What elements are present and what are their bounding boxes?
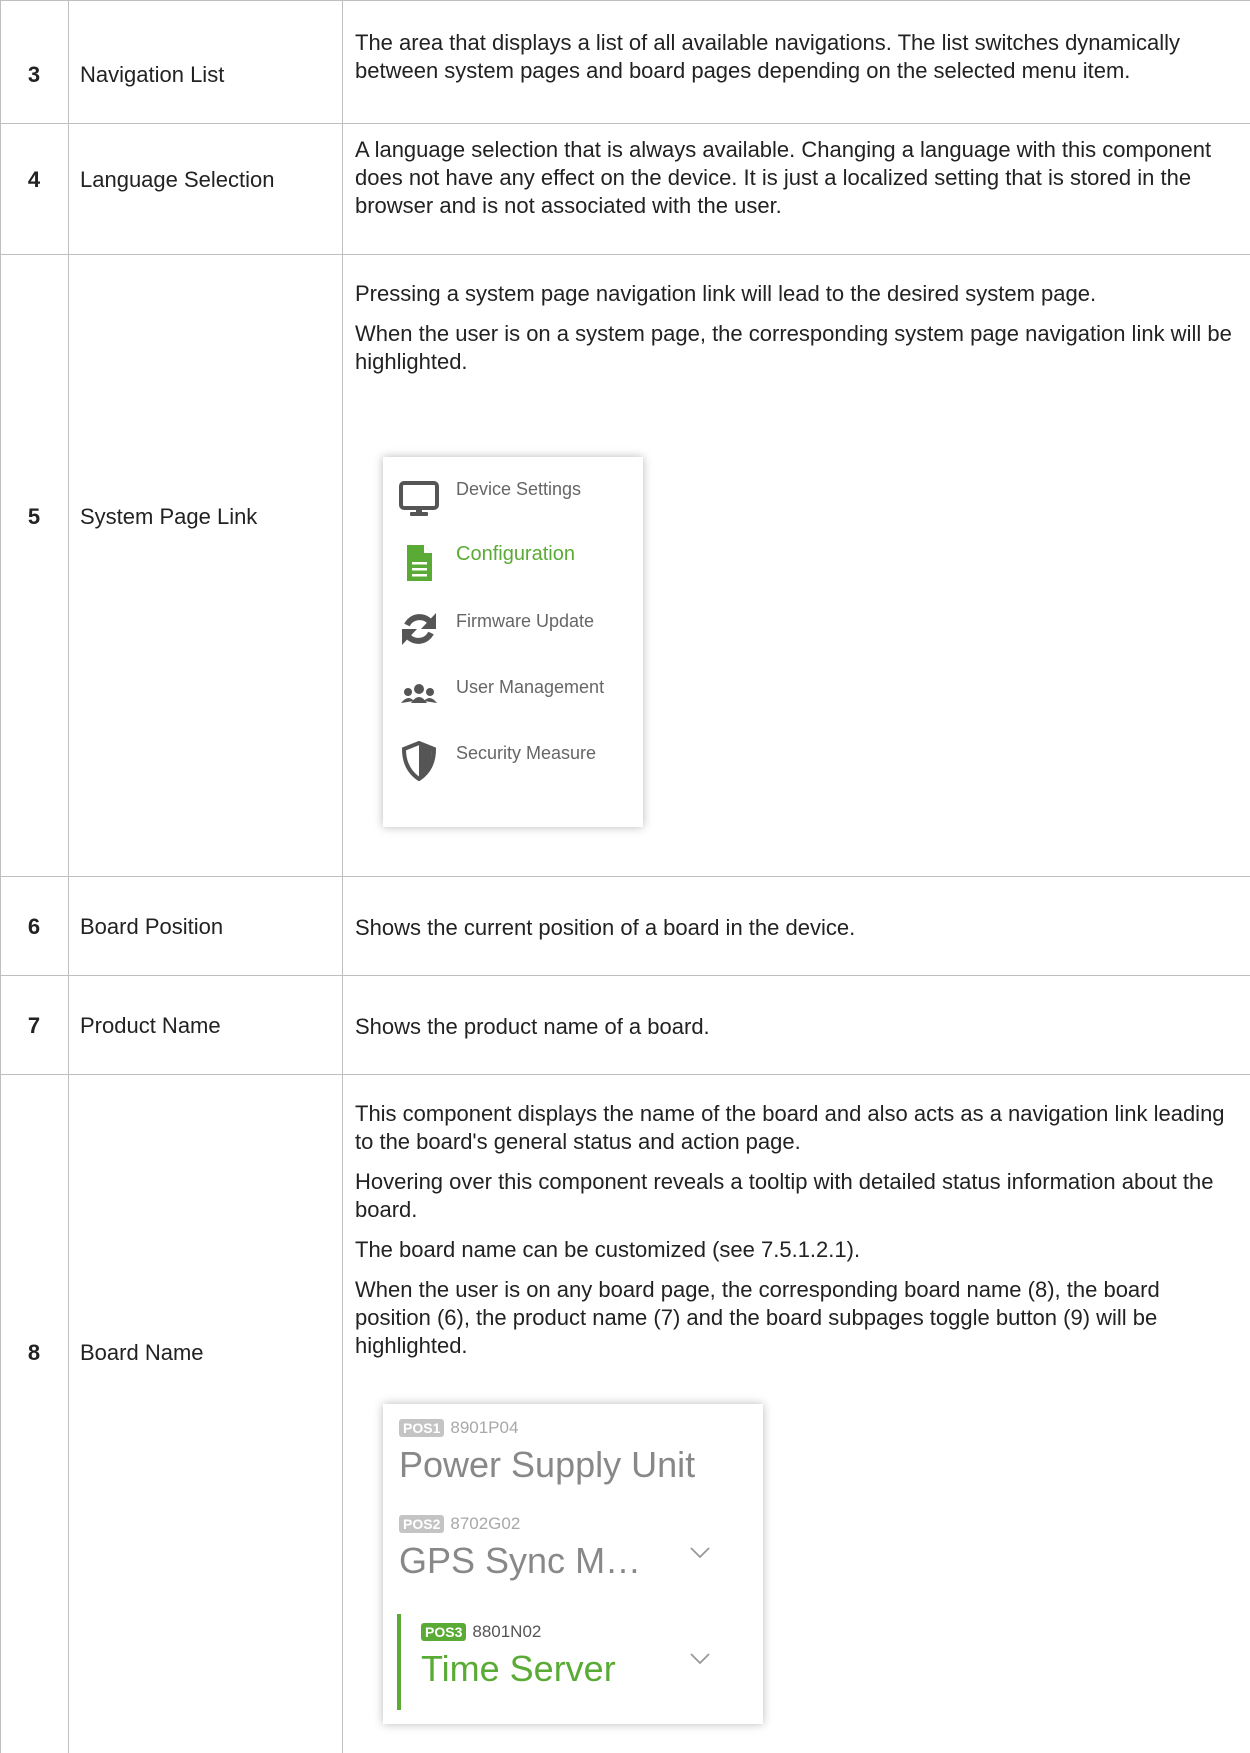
row-number: 4 xyxy=(27,167,41,192)
table-row: 3 Navigation List The area that displays… xyxy=(0,0,1250,123)
nav-link-firmware-update[interactable]: Firmware Update xyxy=(383,597,643,657)
description-paragraph: The area that displays a list of all ava… xyxy=(355,30,1180,83)
chevron-down-icon[interactable] xyxy=(689,1546,711,1560)
board-name-link[interactable]: GPS Sync M… xyxy=(399,1540,641,1582)
board-name-link[interactable]: Power Supply Unit xyxy=(399,1444,695,1486)
row-description: The area that displays a list of all ava… xyxy=(355,29,1235,97)
description-paragraph: This component displays the name of the … xyxy=(355,1101,1225,1154)
document-icon xyxy=(407,545,432,581)
chevron-down-icon[interactable] xyxy=(689,1652,711,1666)
nav-link-label: Device Settings xyxy=(456,479,582,499)
board-nav-panel: POS1 8901P04 Power Supply Unit POS2 8702G0… xyxy=(383,1404,763,1724)
board-header: POS1 8901P04 xyxy=(399,1418,518,1438)
product-name: 8801N02 xyxy=(472,1622,542,1641)
board-name-link[interactable]: Time Server xyxy=(421,1648,616,1690)
description-paragraph: Pressing a system page navigation link w… xyxy=(355,281,1097,306)
row-number: 8 xyxy=(27,1340,41,1365)
board-item[interactable]: POS1 8901P04 Power Supply Unit xyxy=(399,1418,749,1498)
nav-link-user-management[interactable]: User Management xyxy=(383,663,643,723)
description-paragraph: Hovering over this component reveals a t… xyxy=(355,1169,1214,1222)
row-number: 3 xyxy=(27,62,41,87)
row-term: Language Selection xyxy=(80,167,275,192)
nav-link-label: User Management xyxy=(456,677,605,697)
row-term: Navigation List xyxy=(80,62,225,87)
table-row: 4 Language Selection A language selectio… xyxy=(0,123,1250,254)
row-description: Shows the product name of a board. xyxy=(355,1013,1235,1053)
product-name: 8901P04 xyxy=(450,1418,519,1437)
nav-link-label: Configuration xyxy=(456,543,575,565)
description-paragraph: Shows the product name of a board. xyxy=(355,1014,710,1039)
nav-link-device-settings[interactable]: Device Settings xyxy=(383,465,643,525)
board-item[interactable]: POS2 8702G02 GPS Sync M… xyxy=(399,1514,749,1594)
row-term: Board Name xyxy=(80,1340,204,1365)
table-row: 5 System Page Link Pressing a system pag… xyxy=(0,254,1250,876)
product-name: 8702G02 xyxy=(450,1514,521,1533)
active-indicator-bar xyxy=(397,1614,401,1710)
row-term: System Page Link xyxy=(80,504,258,529)
nav-link-label: Firmware Update xyxy=(456,611,595,631)
nav-link-configuration[interactable]: Configuration xyxy=(383,531,643,591)
row-description: A language selection that is always avai… xyxy=(355,136,1235,232)
row-term: Product Name xyxy=(80,1013,221,1038)
board-position-badge: POS2 xyxy=(399,1515,445,1533)
row-description: This component displays the name of the … xyxy=(355,1100,1235,1372)
board-position-badge: POS1 xyxy=(399,1419,445,1437)
sync-icon xyxy=(402,613,436,645)
description-paragraph: Shows the current position of a board in… xyxy=(355,915,856,940)
table-row: 6 Board Position Shows the current posit… xyxy=(0,876,1250,975)
nav-link-security-measure[interactable]: Security Measure xyxy=(383,729,643,789)
row-description: Shows the current position of a board in… xyxy=(355,914,1235,954)
board-item-active[interactable]: POS3 8801N02 Time Server xyxy=(383,1614,763,1714)
description-paragraph: When the user is on any board page, the … xyxy=(355,1277,1160,1358)
shield-icon xyxy=(401,741,437,781)
description-paragraph: The board name can be customized (see 7.… xyxy=(355,1237,861,1262)
board-header: POS3 8801N02 xyxy=(421,1622,541,1642)
monitor-icon xyxy=(399,481,439,516)
nav-link-label: Security Measure xyxy=(456,743,597,763)
board-position-badge: POS3 xyxy=(421,1623,467,1641)
row-description: Pressing a system page navigation link w… xyxy=(355,280,1235,388)
row-number: 7 xyxy=(27,1013,41,1038)
row-number: 6 xyxy=(27,914,41,939)
table-row: 7 Product Name Shows the product name of… xyxy=(0,975,1250,1074)
description-paragraph: A language selection that is always avai… xyxy=(355,137,1212,218)
users-icon xyxy=(401,684,437,703)
board-header: POS2 8702G02 xyxy=(399,1514,520,1534)
system-nav-panel: Device Settings Configuration Firmware U… xyxy=(383,457,643,827)
row-number: 5 xyxy=(27,504,41,529)
row-term: Board Position xyxy=(80,914,224,939)
table-row: 8 Board Name This component displays the… xyxy=(0,1074,1250,1753)
description-paragraph: When the user is on a system page, the c… xyxy=(355,321,1232,374)
